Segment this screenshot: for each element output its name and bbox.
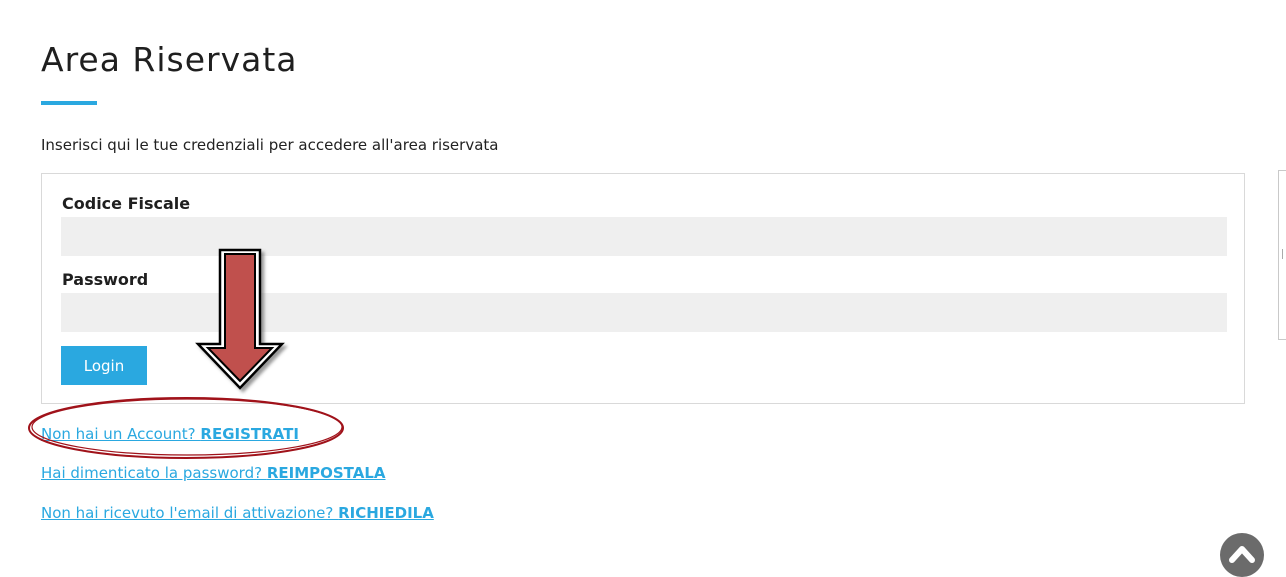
codice-fiscale-label: Codice Fiscale [62,194,191,213]
reset-password-link-text: Hai dimenticato la password? [41,464,267,482]
resend-activation-link-text: Non hai ricevuto l'email di attivazione? [41,504,339,522]
register-link-strong: REGISTRATI [200,425,299,443]
reset-password-link[interactable]: Hai dimenticato la password? REIMPOSTALA [41,464,386,482]
password-label: Password [62,270,149,289]
reset-password-link-strong: REIMPOSTALA [266,464,386,482]
resend-activation-link-strong: RICHIEDILA [338,504,434,522]
scrollbar[interactable] [1278,170,1286,340]
title-underline [41,101,97,105]
page: Area Riservata Inserisci qui le tue cred… [0,0,1286,577]
login-button[interactable]: Login [61,346,147,385]
page-title: Area Riservata [41,40,298,79]
codice-fiscale-input[interactable] [61,217,1227,256]
password-input[interactable] [61,293,1227,332]
chevron-up-icon [1229,546,1255,563]
scroll-to-top-button[interactable] [1220,533,1264,577]
intro-text: Inserisci qui le tue credenziali per acc… [41,136,499,154]
register-link-text: Non hai un Account? [41,425,201,443]
resend-activation-link[interactable]: Non hai ricevuto l'email di attivazione?… [41,504,434,522]
register-link[interactable]: Non hai un Account? REGISTRATI [41,425,299,443]
login-form: Codice Fiscale Password Login [41,173,1245,404]
